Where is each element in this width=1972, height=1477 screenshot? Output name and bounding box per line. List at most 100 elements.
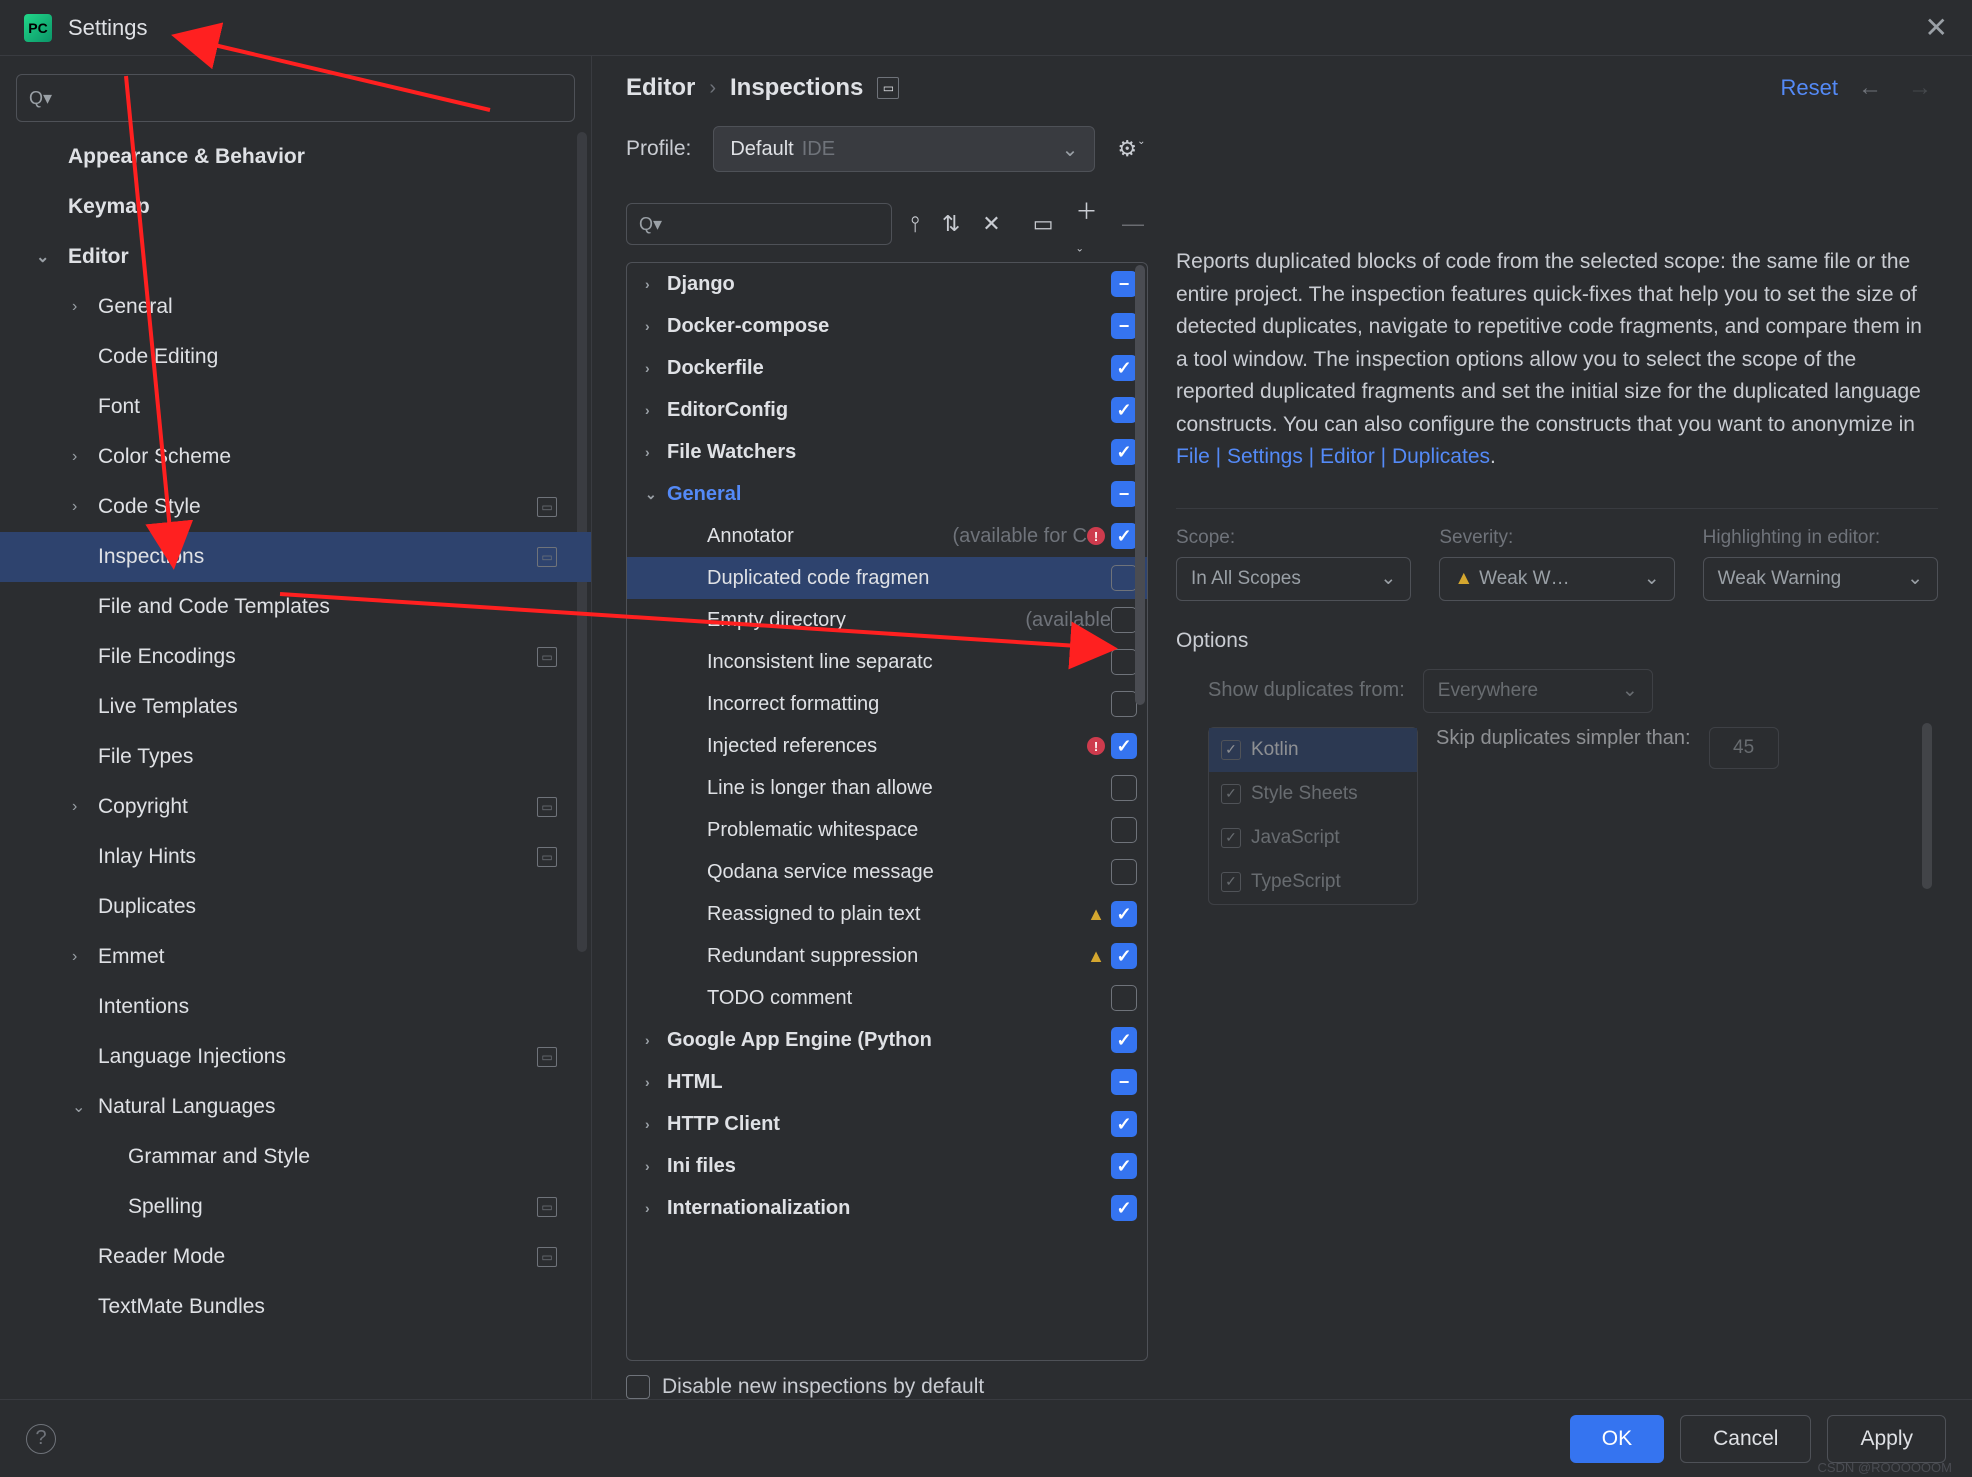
sidebar-item-code-editing[interactable]: Code Editing: [0, 332, 591, 382]
close-icon[interactable]: ✕: [1925, 11, 1948, 44]
language-checkbox[interactable]: ✓: [1221, 740, 1241, 760]
expand-all-icon[interactable]: ⇅: [938, 211, 964, 237]
inspection-injected-references[interactable]: Injected references!✓: [627, 725, 1147, 767]
sidebar-item-inspections[interactable]: Inspections▭: [0, 532, 591, 582]
sidebar-item-file-types[interactable]: File Types: [0, 732, 591, 782]
collapse-all-icon[interactable]: ✕: [978, 211, 1004, 237]
inspection-checkbox[interactable]: ✓: [1111, 439, 1137, 465]
disable-new-checkbox[interactable]: [626, 1375, 650, 1399]
sidebar-item-editor[interactable]: ⌄Editor: [0, 232, 591, 282]
inspection-checkbox[interactable]: [1111, 607, 1137, 633]
inspection-redundant-suppression[interactable]: Redundant suppression▲✓: [627, 935, 1147, 977]
inspection-file-watchers[interactable]: ›File Watchers✓: [627, 431, 1147, 473]
inspection-checkbox[interactable]: −: [1111, 481, 1137, 507]
inspection-checkbox[interactable]: [1111, 817, 1137, 843]
inspection-checkbox[interactable]: −: [1111, 1069, 1137, 1095]
inspection-internationalization[interactable]: ›Internationalization✓: [627, 1187, 1147, 1229]
inspection-todo-comment[interactable]: TODO comment: [627, 977, 1147, 1019]
sidebar-item-file-and-code-templates[interactable]: File and Code Templates: [0, 582, 591, 632]
inspection-docker-compose[interactable]: ›Docker-compose−: [627, 305, 1147, 347]
sidebar-item-emmet[interactable]: ›Emmet: [0, 932, 591, 982]
reset-button[interactable]: Reset: [1781, 75, 1838, 101]
inspection-checkbox[interactable]: [1111, 985, 1137, 1011]
inspection-checkbox[interactable]: ✓: [1111, 355, 1137, 381]
inspection-dockerfile[interactable]: ›Dockerfile✓: [627, 347, 1147, 389]
filter-icon[interactable]: ⫯: [906, 211, 924, 237]
settings-tree[interactable]: Appearance & BehaviorKeymap⌄Editor›Gener…: [0, 132, 591, 1399]
inspection-checkbox[interactable]: [1111, 859, 1137, 885]
sidebar-item-natural-languages[interactable]: ⌄Natural Languages: [0, 1082, 591, 1132]
inspection-editorconfig[interactable]: ›EditorConfig✓: [627, 389, 1147, 431]
inspection-ini-files[interactable]: ›Ini files✓: [627, 1145, 1147, 1187]
sidebar-item-code-style[interactable]: ›Code Style▭: [0, 482, 591, 532]
sidebar-item-keymap[interactable]: Keymap: [0, 182, 591, 232]
apply-button[interactable]: Apply: [1827, 1415, 1946, 1463]
highlighting-select[interactable]: Weak Warning⌄: [1703, 557, 1938, 601]
duplicates-settings-link[interactable]: File | Settings | Editor | Duplicates: [1176, 445, 1490, 468]
inspection-checkbox[interactable]: −: [1111, 313, 1137, 339]
sidebar-item-appearance-behavior[interactable]: Appearance & Behavior: [0, 132, 591, 182]
toggle-icon[interactable]: ▭: [1029, 211, 1058, 237]
inspection-checkbox[interactable]: ✓: [1111, 397, 1137, 423]
inspection-tree[interactable]: ›Django−›Docker-compose−›Dockerfile✓›Edi…: [626, 262, 1148, 1361]
language-list[interactable]: ✓Kotlin✓Style Sheets✓JavaScript✓TypeScri…: [1208, 727, 1418, 905]
sidebar-item-copyright[interactable]: ›Copyright▭: [0, 782, 591, 832]
sidebar-item-spelling[interactable]: Spelling▭: [0, 1182, 591, 1232]
sidebar-item-font[interactable]: Font: [0, 382, 591, 432]
sidebar-item-inlay-hints[interactable]: Inlay Hints▭: [0, 832, 591, 882]
inspection-django[interactable]: ›Django−: [627, 263, 1147, 305]
sidebar-item-textmate-bundles[interactable]: TextMate Bundles: [0, 1282, 591, 1332]
inspection-checkbox[interactable]: ✓: [1111, 943, 1137, 969]
breadcrumb-editor[interactable]: Editor: [626, 74, 695, 102]
inspection-checkbox[interactable]: ✓: [1111, 1111, 1137, 1137]
inspection-checkbox[interactable]: ✓: [1111, 523, 1137, 549]
inspection-reassigned-to-plain-text[interactable]: Reassigned to plain text▲✓: [627, 893, 1147, 935]
inspection-http-client[interactable]: ›HTTP Client✓: [627, 1103, 1147, 1145]
sidebar-item-general[interactable]: ›General: [0, 282, 591, 332]
inspection-annotator[interactable]: Annotator (available for C!✓: [627, 515, 1147, 557]
show-from-select[interactable]: Everywhere⌄: [1423, 669, 1653, 713]
settings-search[interactable]: Q▾: [16, 74, 575, 122]
inspection-checkbox[interactable]: ✓: [1111, 1153, 1137, 1179]
inspection-checkbox[interactable]: [1111, 691, 1137, 717]
inspection-empty-directory[interactable]: Empty directory (available: [627, 599, 1147, 641]
inspection-checkbox[interactable]: ✓: [1111, 901, 1137, 927]
scrollbar[interactable]: [1922, 723, 1932, 889]
inspection-inconsistent-line-separatc[interactable]: Inconsistent line separatc: [627, 641, 1147, 683]
profile-select[interactable]: Default IDE ⌄: [713, 126, 1095, 172]
inspection-qodana-service-message[interactable]: Qodana service message: [627, 851, 1147, 893]
inspection-checkbox[interactable]: [1111, 565, 1137, 591]
inspection-google-app-engine-python[interactable]: ›Google App Engine (Python✓: [627, 1019, 1147, 1061]
language-item-kotlin[interactable]: ✓Kotlin: [1209, 728, 1417, 772]
sidebar-item-language-injections[interactable]: Language Injections▭: [0, 1032, 591, 1082]
sidebar-item-live-templates[interactable]: Live Templates: [0, 682, 591, 732]
sidebar-item-intentions[interactable]: Intentions: [0, 982, 591, 1032]
inspection-checkbox[interactable]: [1111, 649, 1137, 675]
language-item-style-sheets[interactable]: ✓Style Sheets: [1209, 772, 1417, 816]
language-item-javascript[interactable]: ✓JavaScript: [1209, 816, 1417, 860]
back-arrow-icon[interactable]: ←: [1852, 74, 1888, 102]
inspection-checkbox[interactable]: ✓: [1111, 733, 1137, 759]
skip-input[interactable]: [1709, 727, 1779, 769]
scrollbar[interactable]: [1135, 265, 1145, 705]
gear-icon[interactable]: ⚙⌄: [1117, 136, 1137, 162]
inspection-checkbox[interactable]: ✓: [1111, 1195, 1137, 1221]
inspection-checkbox[interactable]: [1111, 775, 1137, 801]
cancel-button[interactable]: Cancel: [1680, 1415, 1811, 1463]
language-checkbox[interactable]: ✓: [1221, 784, 1241, 804]
add-icon[interactable]: ＋⌄: [1071, 194, 1104, 254]
language-checkbox[interactable]: ✓: [1221, 872, 1241, 892]
inspection-incorrect-formatting[interactable]: Incorrect formatting: [627, 683, 1147, 725]
inspection-duplicated-code-fragmen[interactable]: Duplicated code fragmen: [627, 557, 1147, 599]
help-icon[interactable]: ?: [26, 1424, 56, 1454]
severity-select[interactable]: ▲ Weak W…⌄: [1439, 557, 1674, 601]
sidebar-item-file-encodings[interactable]: File Encodings▭: [0, 632, 591, 682]
inspection-general[interactable]: ⌄General−: [627, 473, 1147, 515]
ok-button[interactable]: OK: [1570, 1415, 1664, 1463]
inspection-html[interactable]: ›HTML−: [627, 1061, 1147, 1103]
scope-select[interactable]: In All Scopes⌄: [1176, 557, 1411, 601]
language-checkbox[interactable]: ✓: [1221, 828, 1241, 848]
sidebar-item-color-scheme[interactable]: ›Color Scheme: [0, 432, 591, 482]
sidebar-item-grammar-and-style[interactable]: Grammar and Style: [0, 1132, 591, 1182]
inspection-search[interactable]: Q▾: [626, 203, 892, 245]
